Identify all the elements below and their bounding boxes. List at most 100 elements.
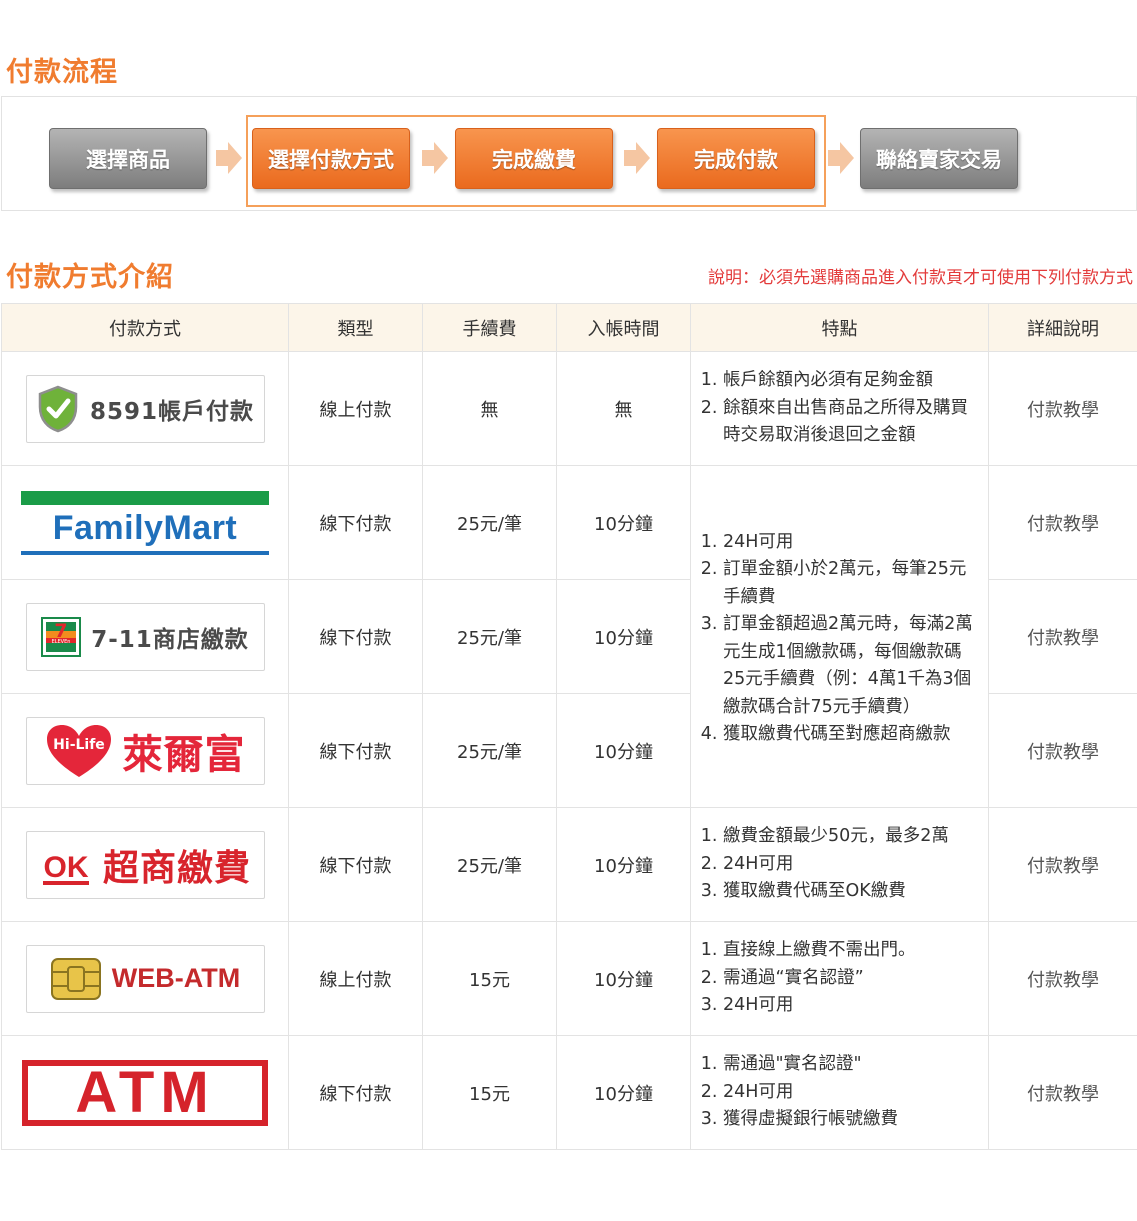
features-cell: 帳戶餘額內必須有足夠金額 餘額來自出售商品之所得及購買時交易取消後退回之金額	[690, 351, 989, 466]
logo-text: WEB-ATM	[111, 963, 241, 993]
step-complete-payment: 完成付款	[657, 128, 815, 189]
features-cell: 直接線上繳費不需出門。 需通過“實名認證” 24H可用	[690, 921, 989, 1036]
arrow-right-icon	[422, 142, 448, 174]
details-cell: 付款教學	[988, 807, 1137, 922]
feature-item: 24H可用	[723, 1079, 978, 1107]
logo-text: 8591帳戶付款	[89, 398, 254, 425]
chip-card-icon	[50, 957, 101, 1000]
details-cell: 付款教學	[988, 465, 1137, 580]
feature-item: 帳戶餘額內必須有足夠金額	[723, 367, 978, 395]
fee-cell: 25元/筆	[422, 807, 557, 922]
header-time: 入帳時間	[556, 303, 691, 352]
flow-title: 付款流程	[6, 57, 118, 88]
header-fee: 手續費	[422, 303, 557, 352]
arrow-right-icon	[828, 142, 854, 174]
tutorial-link[interactable]: 付款教學	[1027, 856, 1099, 877]
feature-item: 獲取繳費代碼至對應超商繳款	[723, 721, 978, 749]
type-cell: 線上付款	[288, 921, 423, 1036]
fee-cell: 25元/筆	[422, 693, 557, 808]
feature-item: 24H可用	[723, 851, 978, 879]
fee-cell: 無	[422, 351, 557, 466]
method-cell: WEB-ATM	[1, 921, 289, 1036]
type-cell: 線下付款	[288, 693, 423, 808]
features-cell: 繳費金額最少50元，最多2萬 24H可用 獲取繳費代碼至OK繳費	[690, 807, 989, 922]
step-complete-bill: 完成繳費	[455, 128, 613, 189]
type-cell: 線下付款	[288, 465, 423, 580]
feature-item: 需通過“實名認證”	[723, 965, 978, 993]
header-method: 付款方式	[1, 303, 289, 352]
time-cell: 10分鐘	[556, 693, 691, 808]
ok-badge-text: OK	[43, 851, 88, 884]
step-select-payment: 選擇付款方式	[252, 128, 410, 189]
logo-text: 7-11商店繳款	[91, 626, 249, 653]
table-row: WEB-ATM 線上付款 15元 10分鐘 直接線上繳費不需出門。 需通過“實名…	[1, 921, 1137, 1036]
type-cell: 線上付款	[288, 351, 423, 466]
feature-item: 24H可用	[723, 992, 978, 1020]
logo-ok-mart: OK 超商繳費	[25, 830, 265, 899]
shield-check-icon	[38, 385, 78, 432]
type-cell: 線下付款	[288, 579, 423, 694]
method-cell: 8591帳戶付款	[1, 351, 289, 466]
table-header-row: 付款方式 類型 手續費 入帳時間 特點 詳細說明	[1, 303, 1137, 352]
type-cell: 線下付款	[288, 1035, 423, 1150]
ok-badge-icon: OK	[42, 851, 89, 885]
seven-eleven-badge-icon: 7 ELEVEn	[41, 616, 82, 657]
method-cell: FamilyMart	[1, 465, 289, 580]
table-row: OK 超商繳費 線下付款 25元/筆 10分鐘 繳費金額最少50元，最多2萬 2…	[1, 807, 1137, 922]
header-features: 特點	[690, 303, 989, 352]
step-select-product: 選擇商品	[49, 128, 207, 189]
logo-text: 萊爾富	[122, 730, 246, 778]
fee-cell: 15元	[422, 1035, 557, 1150]
logo-text: FamilyMart	[52, 508, 238, 547]
fee-cell: 15元	[422, 921, 557, 1036]
header-details: 詳細說明	[988, 303, 1137, 352]
method-cell: 7 ELEVEn 7-11商店繳款	[1, 579, 289, 694]
method-cell: OK 超商繳費	[1, 807, 289, 922]
step-contact-seller: 聯絡賣家交易	[860, 128, 1018, 189]
details-cell: 付款教學	[988, 921, 1137, 1036]
method-cell: Hi-Life 萊爾富	[1, 693, 289, 808]
method-cell: ATM	[1, 1035, 289, 1150]
feature-item: 訂單金額超過2萬元時，每滿2萬元生成1個繳款碼，每個繳款碼25元手續費（例：4萬…	[723, 611, 978, 721]
feature-item: 需通過"實名認證"	[723, 1051, 978, 1079]
features-cell-shared: 24H可用 訂單金額小於2萬元，每筆25元手續費 訂單金額超過2萬元時，每滿2萬…	[690, 465, 989, 808]
table-row: 8591帳戶付款 線上付款 無 無 帳戶餘額內必須有足夠金額 餘額來自出售商品之…	[1, 351, 1137, 466]
feature-item: 繳費金額最少50元，最多2萬	[723, 823, 978, 851]
time-cell: 無	[556, 351, 691, 466]
features-cell: 需通過"實名認證" 24H可用 獲得虛擬銀行帳號繳費	[690, 1035, 989, 1150]
logo-8591-account: 8591帳戶付款	[25, 374, 265, 443]
logo-web-atm: WEB-ATM	[25, 944, 265, 1013]
logo-7-11: 7 ELEVEn 7-11商店繳款	[25, 602, 265, 671]
time-cell: 10分鐘	[556, 807, 691, 922]
payment-methods-table: 付款方式 類型 手續費 入帳時間 特點 詳細說明 8591帳戶付款 線上付款 無	[1, 303, 1137, 1150]
details-cell: 付款教學	[988, 351, 1137, 466]
tutorial-link[interactable]: 付款教學	[1027, 514, 1099, 535]
details-cell: 付款教學	[988, 693, 1137, 808]
feature-item: 訂單金額小於2萬元，每筆25元手續費	[723, 556, 978, 611]
tutorial-link[interactable]: 付款教學	[1027, 1084, 1099, 1105]
time-cell: 10分鐘	[556, 921, 691, 1036]
tutorial-link[interactable]: 付款教學	[1027, 742, 1099, 763]
feature-item: 獲取繳費代碼至OK繳費	[723, 878, 978, 906]
methods-title: 付款方式介紹	[6, 262, 174, 293]
time-cell: 10分鐘	[556, 465, 691, 580]
time-cell: 10分鐘	[556, 579, 691, 694]
arrow-right-icon	[216, 142, 242, 174]
feature-item: 直接線上繳費不需出門。	[723, 937, 978, 965]
tutorial-link[interactable]: 付款教學	[1027, 628, 1099, 649]
familymart-green-bar	[21, 490, 269, 505]
fee-cell: 25元/筆	[422, 465, 557, 580]
table-row: FamilyMart 線下付款 25元/筆 10分鐘 24H可用 訂單金額小於2…	[1, 465, 1137, 808]
time-cell: 10分鐘	[556, 1035, 691, 1150]
seven-sub-label: ELEVEn	[52, 639, 71, 645]
table-row: ATM 線下付款 15元 10分鐘 需通過"實名認證" 24H可用 獲得虛擬銀行…	[1, 1035, 1137, 1150]
tutorial-link[interactable]: 付款教學	[1027, 970, 1099, 991]
feature-item: 餘額來自出售商品之所得及購買時交易取消後退回之金額	[723, 395, 978, 450]
methods-note: 說明：必須先選購商品進入付款頁才可使用下列付款方式	[708, 268, 1133, 288]
hilife-badge-text: Hi-Life	[53, 737, 105, 753]
logo-atm: ATM	[22, 1059, 268, 1126]
familymart-blue-bar	[21, 550, 269, 555]
tutorial-link[interactable]: 付款教學	[1027, 400, 1099, 421]
fee-cell: 25元/筆	[422, 579, 557, 694]
details-cell: 付款教學	[988, 1035, 1137, 1150]
